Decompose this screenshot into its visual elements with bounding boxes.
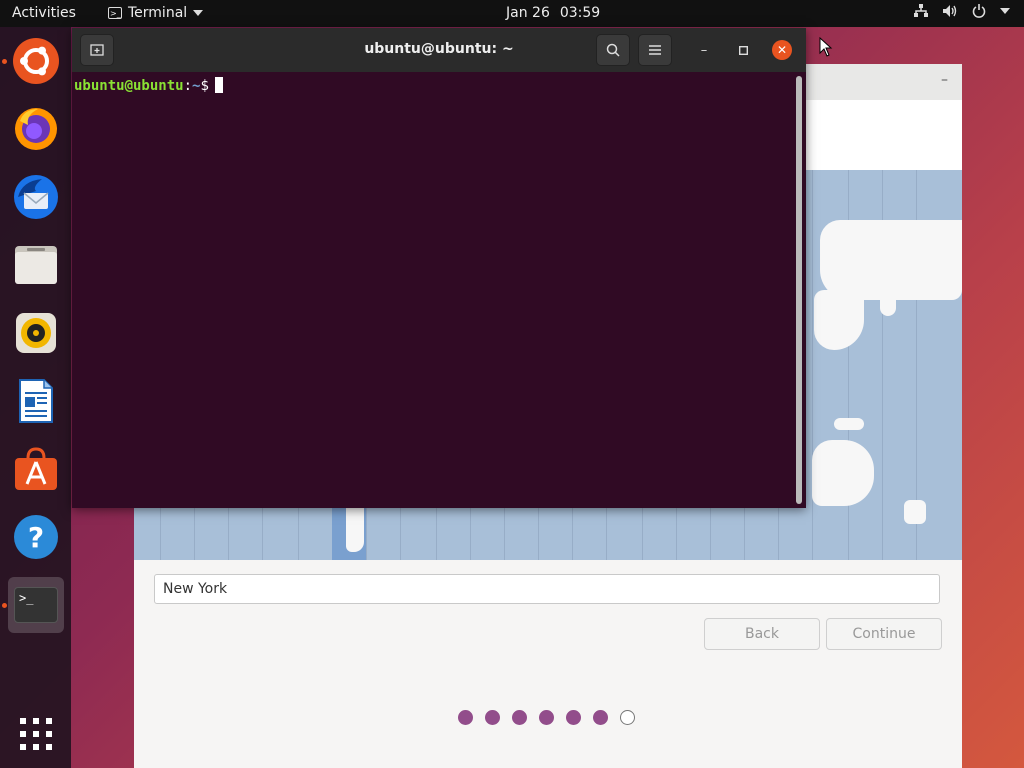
dock-item-ubuntu-installer[interactable]: [2, 33, 64, 89]
power-icon: [972, 4, 986, 18]
dock-item-rhythmbox[interactable]: [8, 305, 64, 361]
files-icon: [15, 246, 57, 284]
land-china: [814, 290, 864, 350]
step-dot-completed: [485, 710, 500, 725]
dock-item-help[interactable]: ?: [8, 509, 64, 565]
prompt-symbol: $: [200, 78, 209, 94]
app-menu[interactable]: >_ Terminal: [108, 5, 204, 21]
text-cursor: [214, 77, 223, 93]
app-menu-label: Terminal: [128, 5, 188, 21]
installer-header-area: [806, 100, 962, 170]
step-dot-completed: [512, 710, 527, 725]
dock-item-firefox[interactable]: [8, 101, 64, 157]
chevron-down-icon: [193, 10, 204, 16]
software-icon: [15, 447, 57, 490]
thunderbird-icon: [14, 175, 58, 219]
activities-button[interactable]: Activities: [12, 5, 76, 21]
dock: ? >_: [0, 27, 71, 768]
land-japan: [880, 280, 896, 316]
clock-date: Jan 26: [506, 5, 550, 21]
mouse-pointer-icon: [819, 37, 833, 57]
step-dot-completed: [539, 710, 554, 725]
network-icon: [914, 4, 928, 17]
terminal-icon: >_: [14, 587, 58, 623]
maximize-icon: [738, 45, 748, 55]
volume-icon: [943, 5, 957, 17]
grid-icon: [20, 718, 52, 750]
continue-button[interactable]: Continue: [826, 618, 942, 650]
step-dot-current: [620, 710, 635, 725]
dock-item-thunderbird[interactable]: [8, 169, 64, 225]
search-icon: [606, 43, 620, 57]
menu-button[interactable]: [638, 34, 672, 66]
step-dot-completed: [458, 710, 473, 725]
writer-icon: [19, 379, 53, 423]
land-south-america: [346, 508, 364, 552]
land-new-guinea: [834, 418, 864, 430]
system-tray[interactable]: [914, 4, 1010, 18]
minimize-button[interactable]: –: [694, 40, 714, 60]
close-button[interactable]: ✕: [772, 40, 792, 60]
prompt-separator: :: [183, 78, 193, 94]
show-applications-button[interactable]: [8, 706, 64, 762]
svg-text:?: ?: [28, 521, 44, 554]
dock-item-libreoffice-writer[interactable]: [8, 373, 64, 429]
terminal-app-icon: >_: [108, 7, 122, 19]
dock-item-ubuntu-software[interactable]: [8, 441, 64, 497]
step-dot-completed: [593, 710, 608, 725]
scrollbar[interactable]: [796, 76, 802, 504]
running-indicator: [2, 59, 7, 64]
top-bar: Activities >_ Terminal Jan 26 03:59: [0, 0, 1024, 27]
shell-prompt: ubuntu@ubuntu:~$: [74, 77, 223, 94]
clock[interactable]: Jan 26 03:59: [506, 5, 600, 21]
dock-item-files[interactable]: [8, 237, 64, 293]
step-dot-completed: [566, 710, 581, 725]
help-icon: ?: [14, 515, 58, 559]
land-new-zealand: [904, 500, 926, 524]
terminal-headerbar[interactable]: ubuntu@ubuntu: ~ – ✕: [72, 28, 806, 72]
back-button[interactable]: Back: [704, 618, 820, 650]
dock-item-terminal[interactable]: >_: [2, 577, 64, 633]
minimize-icon[interactable]: –: [941, 72, 948, 88]
prompt-user: ubuntu@ubuntu: [74, 78, 184, 94]
search-button[interactable]: [596, 34, 630, 66]
firefox-icon: [15, 108, 57, 150]
minimize-icon: –: [700, 42, 708, 58]
close-icon: ✕: [776, 43, 788, 57]
clock-time: 03:59: [559, 5, 601, 21]
maximize-button[interactable]: [733, 40, 753, 60]
installer-titlebar: –: [806, 64, 962, 100]
running-indicator: [2, 603, 7, 608]
chevron-down-icon: [1000, 8, 1010, 14]
terminal-window[interactable]: ubuntu@ubuntu: ~ – ✕ ubuntu@ubuntu:~$: [72, 28, 806, 508]
rhythmbox-icon: [16, 313, 56, 353]
timezone-input[interactable]: New York: [154, 574, 940, 604]
hamburger-icon: [649, 45, 661, 55]
ubuntu-icon: [13, 38, 59, 84]
land-australia: [812, 440, 874, 506]
progress-steps: [458, 710, 635, 725]
terminal-output[interactable]: ubuntu@ubuntu:~$: [72, 72, 794, 508]
